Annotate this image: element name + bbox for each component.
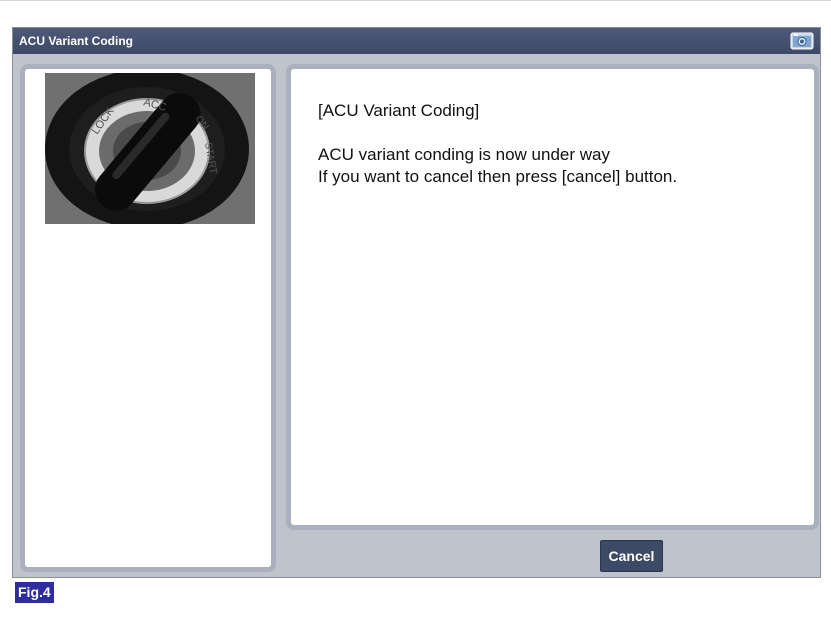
camera-icon[interactable]: [790, 32, 814, 50]
message-line-2: If you want to cancel then press [cancel…: [318, 167, 678, 186]
figure-label: Fig.4: [15, 582, 54, 603]
window-title: ACU Variant Coding: [19, 34, 134, 48]
left-image-panel: LOCK ACC ON START: [20, 64, 276, 572]
window-titlebar: ACU Variant Coding: [13, 28, 820, 54]
message-line-1: ACU variant conding is now under way: [318, 145, 610, 164]
message-text: [ACU Variant Coding] ACU variant conding…: [318, 100, 677, 188]
cancel-button[interactable]: Cancel: [600, 540, 663, 572]
ignition-key-switch-image: LOCK ACC ON START: [45, 69, 255, 229]
dialog-window: ACU Variant Coding LOCK ACC ON START [AC…: [12, 27, 821, 578]
message-title: [ACU Variant Coding]: [318, 101, 480, 120]
message-panel: [ACU Variant Coding] ACU variant conding…: [286, 64, 819, 530]
